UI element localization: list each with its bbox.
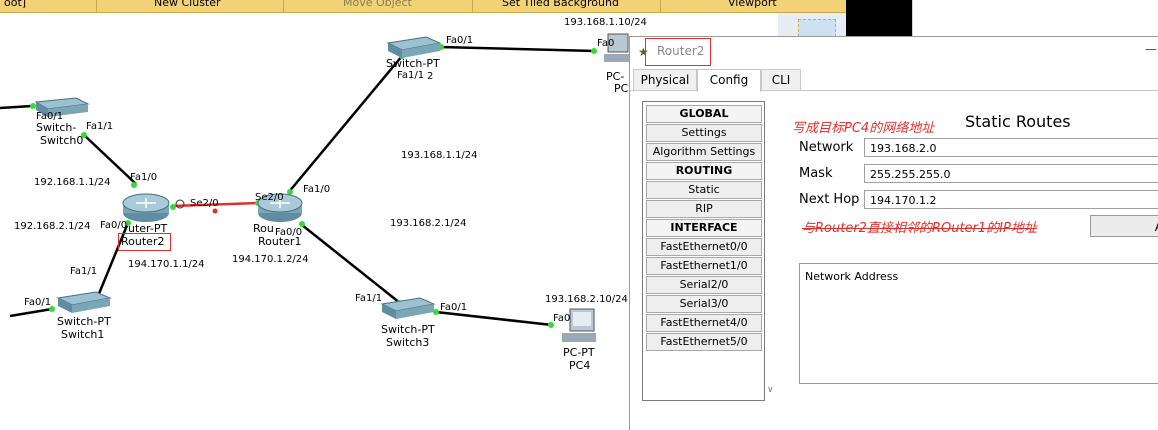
ip-label: 192.168.2.1/24: [14, 221, 91, 232]
port-label: Fa0/1: [446, 35, 474, 46]
switch0-type-label: Switch-: [36, 121, 77, 134]
pc4-type-label: PC-PT: [563, 346, 595, 359]
ip-label: 194.170.1.2/24: [232, 254, 309, 265]
network-input[interactable]: 193.168.2.0: [864, 138, 1158, 157]
network-address-header: Network Address: [805, 270, 899, 283]
pc4-name-label: PC4: [569, 359, 591, 372]
sidebar-item-fastethernet0-0[interactable]: FastEthernet0/0: [646, 238, 762, 256]
ip-label: 193.168.2.10/24: [545, 294, 628, 305]
switch1-type-label: Switch-PT: [57, 315, 111, 328]
port-label: Fa0: [553, 313, 571, 324]
title-highlight-box: [645, 38, 711, 66]
port-label: Se2/0: [190, 198, 219, 209]
router1-name-label: Router1: [258, 235, 302, 248]
scroll-down-icon[interactable]: ∨: [767, 385, 774, 395]
link-router1-switchtop: [287, 55, 403, 194]
next-hop-label: Next Hop: [799, 192, 860, 207]
annotation-next-hop: 与Router2直接相邻的ROuter1的IP地址: [802, 221, 1037, 236]
link-switchtop-pc: [439, 45, 596, 53]
ip-label: 193.168.1.10/24: [564, 17, 647, 28]
router2-icon: [122, 193, 170, 222]
desktop-background: [846, 0, 912, 40]
mask-input[interactable]: 255.255.255.0: [864, 164, 1158, 183]
port-label: Fa0/1: [440, 302, 468, 313]
ip-label: 194.170.1.1/24: [128, 259, 205, 270]
annotation-network: 写成目标PC4的网络地址: [792, 121, 935, 136]
link-router1-switch3: [301, 224, 401, 304]
sidebar-item-rip[interactable]: RIP: [646, 200, 762, 218]
port-label: Fa1/0: [303, 184, 331, 195]
sidebar-item-routing: ROUTING: [646, 162, 762, 180]
switch0-name-label: Switch0: [40, 134, 84, 147]
router2-config-window: ★ Router2 — Physical Config CLI ∨ GLOBAL…: [629, 36, 1158, 430]
sidebar-item-serial3-0[interactable]: Serial3/0: [646, 295, 762, 313]
port-label: Fa1/1: [70, 266, 98, 277]
switch1-icon: [56, 291, 112, 313]
add-button[interactable]: A: [1090, 215, 1158, 237]
sidebar-item-fastethernet1-0[interactable]: FastEthernet1/0: [646, 257, 762, 275]
router1-type-label: Rou: [253, 222, 274, 235]
sidebar-item-interface: INTERFACE: [646, 219, 762, 237]
tab-bar: Physical Config CLI: [630, 68, 1158, 92]
port-label: Fa0: [597, 38, 615, 49]
switch-top-type-label: Switch-PT: [386, 57, 440, 70]
link-switch1-offscreen: [9, 307, 53, 318]
switch3-type-label: Switch-PT: [381, 323, 435, 336]
sidebar-item-global: GLOBAL: [646, 105, 762, 123]
sidebar-item-settings[interactable]: Settings: [646, 124, 762, 142]
router2-highlight-box: [118, 233, 171, 251]
minimize-icon[interactable]: —: [1145, 42, 1157, 56]
port-label: Fa1/1: [355, 293, 383, 304]
tab-config[interactable]: Config: [697, 69, 761, 92]
ip-label: 192.168.1.1/24: [34, 177, 111, 188]
link-offscreen-switch0: [0, 104, 33, 110]
port-label: Fa1/0: [130, 172, 158, 183]
sidebar-item-fastethernet4-0[interactable]: FastEthernet4/0: [646, 314, 762, 332]
next-hop-input[interactable]: 194.170.1.2: [864, 190, 1158, 209]
switch1-name-label: Switch1: [61, 328, 105, 341]
background-window: [912, 0, 1158, 40]
window-title-bar[interactable]: ★ Router2 —: [630, 37, 1158, 67]
serial-dot: [212, 208, 218, 214]
port-label: Fa0/1: [24, 297, 52, 308]
switch-top-name-fragment: 2: [427, 71, 434, 82]
mask-label: Mask: [799, 166, 833, 181]
config-sidebar[interactable]: ∨ GLOBAL Settings Algorithm Settings ROUTIN…: [642, 101, 774, 401]
port-label: Fa0/0: [100, 220, 128, 231]
port-label: Se2/0: [255, 192, 284, 203]
port-label: Fa1/1: [397, 70, 425, 81]
tab-physical[interactable]: Physical: [633, 69, 697, 90]
switch3-name-label: Switch3: [386, 336, 430, 349]
tab-cli[interactable]: CLI: [761, 69, 801, 90]
switch3-icon: [380, 297, 436, 319]
sidebar-item-fastethernet5-0[interactable]: FastEthernet5/0: [646, 333, 762, 351]
pc-top-name-label: PC: [614, 82, 629, 95]
network-label: Network: [799, 140, 854, 155]
link-switch3-pc4: [435, 310, 553, 327]
ip-label: 193.168.1.1/24: [401, 150, 478, 161]
section-title: Static Routes: [965, 112, 1071, 131]
sidebar-item-serial2-0[interactable]: Serial2/0: [646, 276, 762, 294]
ip-label: 193.168.2.1/24: [390, 218, 467, 229]
switch-top-icon: [386, 36, 442, 58]
sidebar-item-algorithm-settings[interactable]: Algorithm Settings: [646, 143, 762, 161]
network-address-table[interactable]: Network Address: [799, 263, 1158, 384]
port-label: Fa1/1: [86, 121, 114, 132]
sidebar-item-static[interactable]: Static: [646, 181, 762, 199]
